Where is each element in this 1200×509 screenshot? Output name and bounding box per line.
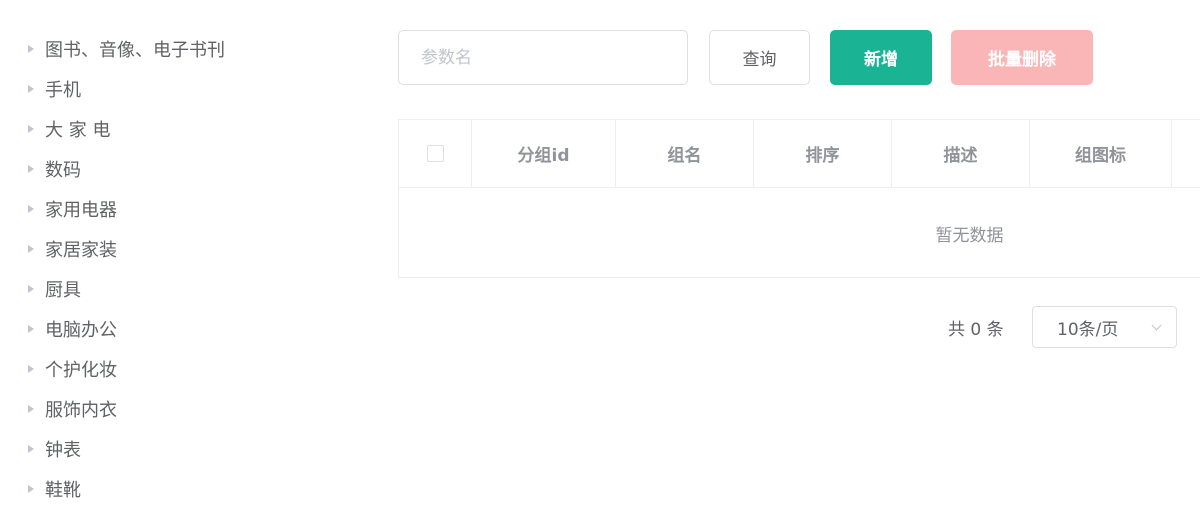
- tree-node[interactable]: 数码: [0, 149, 330, 189]
- tree-node-label: 图书、音像、电子书刊: [45, 40, 225, 61]
- caret-right-icon[interactable]: [28, 325, 34, 333]
- add-button[interactable]: 新增: [830, 30, 932, 85]
- tree-node[interactable]: 大 家 电: [0, 109, 330, 149]
- select-all-cell: [399, 120, 472, 187]
- chevron-down-icon: [1151, 320, 1162, 331]
- tree-node[interactable]: 服饰内衣: [0, 389, 330, 429]
- tree-node-label: 鞋靴: [45, 480, 81, 501]
- tree-node-label: 厨具: [45, 280, 81, 301]
- category-tree: 图书、音像、电子书刊 手机 大 家 电 数码 家用电器 家居家装 厨具 电脑办公…: [0, 29, 330, 509]
- caret-right-icon[interactable]: [28, 125, 34, 133]
- tree-node-label: 个护化妆: [45, 360, 117, 381]
- caret-right-icon[interactable]: [28, 245, 34, 253]
- pagination-total: 共 0 条: [948, 319, 1004, 340]
- table-empty-text: 暂无数据: [935, 225, 1004, 246]
- query-button[interactable]: 查询: [709, 30, 810, 85]
- tree-node[interactable]: 家用电器: [0, 189, 330, 229]
- tree-node[interactable]: 厨具: [0, 269, 330, 309]
- tree-node[interactable]: 手机: [0, 69, 330, 109]
- tree-node[interactable]: 个护化妆: [0, 349, 330, 389]
- caret-right-icon[interactable]: [28, 205, 34, 213]
- tree-node-label: 手机: [45, 80, 81, 101]
- column-header-group-id[interactable]: 分组id: [472, 120, 616, 187]
- tree-node-label: 家居家装: [45, 240, 117, 261]
- tree-node[interactable]: 家居家装: [0, 229, 330, 269]
- table-header: 分组id 组名 排序 描述 组图标: [399, 120, 1200, 188]
- select-all-checkbox[interactable]: [426, 145, 444, 162]
- tree-node[interactable]: 电脑办公: [0, 309, 330, 349]
- caret-right-icon[interactable]: [28, 165, 34, 173]
- tree-node-label: 服饰内衣: [45, 400, 117, 421]
- caret-right-icon[interactable]: [28, 45, 34, 53]
- attr-group-page: 图书、音像、电子书刊 手机 大 家 电 数码 家用电器 家居家装 厨具 电脑办公…: [0, 0, 1200, 509]
- column-header-group-name[interactable]: 组名: [616, 120, 754, 187]
- tree-node[interactable]: 钟表: [0, 429, 330, 469]
- tree-node-label: 大 家 电: [45, 120, 111, 141]
- column-header-sort[interactable]: 排序: [754, 120, 892, 187]
- page-size-value: 10条/页: [1057, 319, 1119, 340]
- attr-group-table: 分组id 组名 排序 描述 组图标 暂无数据: [398, 119, 1200, 278]
- caret-right-icon[interactable]: [28, 285, 34, 293]
- caret-right-icon[interactable]: [28, 405, 34, 413]
- tree-node[interactable]: 图书、音像、电子书刊: [0, 29, 330, 69]
- tree-node-label: 钟表: [45, 440, 81, 461]
- tree-node-label: 家用电器: [45, 200, 117, 221]
- param-name-search-input[interactable]: [398, 30, 688, 85]
- caret-right-icon[interactable]: [28, 485, 34, 493]
- page-size-select[interactable]: 10条/页: [1032, 306, 1177, 348]
- column-header-description[interactable]: 描述: [892, 120, 1030, 187]
- tree-node-label: 电脑办公: [45, 320, 117, 341]
- tree-node-label: 数码: [45, 160, 81, 181]
- column-header-group-icon[interactable]: 组图标: [1030, 120, 1172, 187]
- caret-right-icon[interactable]: [28, 365, 34, 373]
- tree-node[interactable]: 鞋靴: [0, 469, 330, 509]
- batch-delete-button[interactable]: 批量删除: [951, 30, 1093, 85]
- caret-right-icon[interactable]: [28, 85, 34, 93]
- caret-right-icon[interactable]: [28, 445, 34, 453]
